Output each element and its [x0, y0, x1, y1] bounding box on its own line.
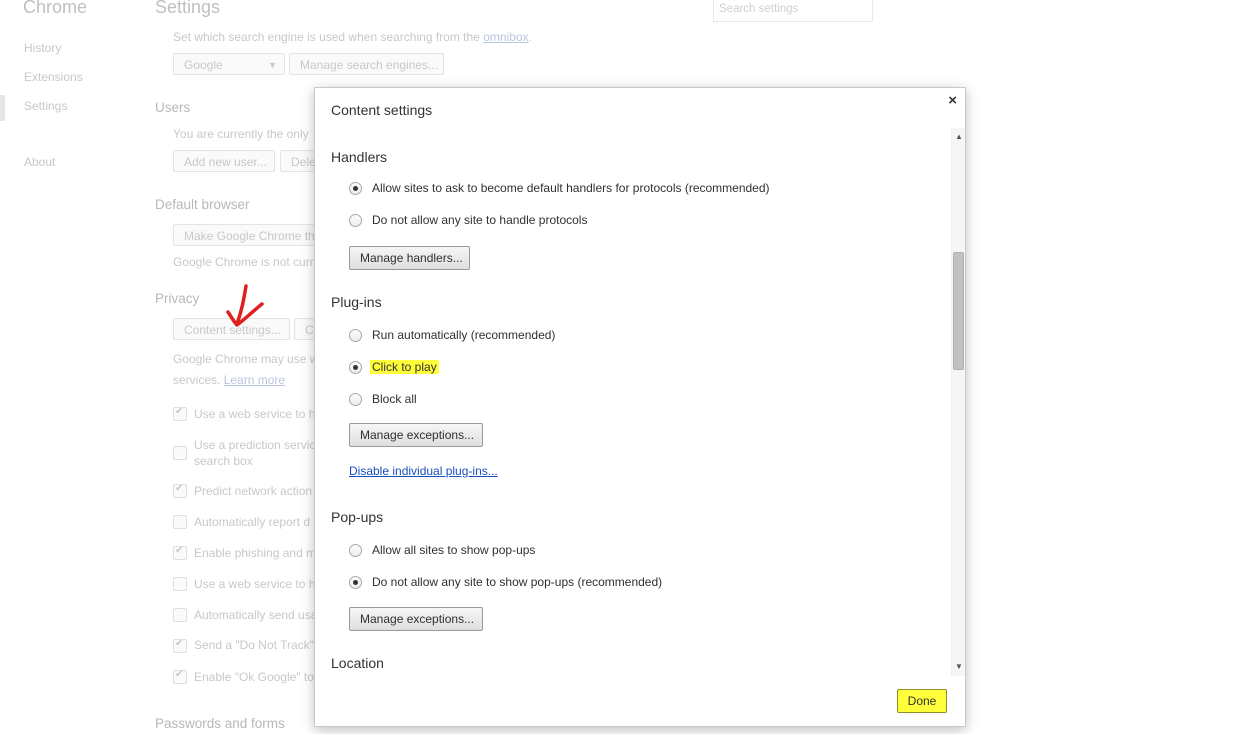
passwords-heading: Passwords and forms — [155, 716, 285, 731]
radio-button[interactable] — [349, 329, 362, 342]
radio-label: Allow all sites to show pop-ups — [372, 543, 536, 557]
search-input[interactable]: Search settings — [713, 0, 873, 22]
privacy-checkbox-label: Automatically send usa — [194, 608, 318, 622]
plugins-heading: Plug-ins — [331, 294, 382, 310]
radio-label: Click to play — [370, 360, 439, 374]
radio-label: Do not allow any site to show pop-ups (r… — [372, 575, 663, 589]
radio-button[interactable] — [349, 544, 362, 557]
sidebar-item-settings[interactable]: Settings — [24, 99, 67, 113]
privacy-checkbox-label: Predict network action — [194, 484, 313, 498]
annotation-arrow-icon — [226, 284, 264, 327]
privacy-checkbox[interactable] — [173, 577, 187, 591]
radio-button[interactable] — [349, 361, 362, 374]
chevron-down-icon: ▼ — [268, 60, 277, 70]
radio-button[interactable] — [349, 393, 362, 406]
close-icon[interactable]: × — [948, 92, 957, 109]
chrome-brand: Chrome — [23, 0, 88, 17]
privacy-checkbox-label: Enable phishing and m — [194, 546, 317, 560]
privacy-checkbox-label: Use a web service to he — [194, 407, 323, 421]
location-heading: Location — [331, 655, 384, 671]
page-title: Settings — [155, 0, 221, 17]
content-settings-dialog: Content settings × Handlers Allow sites … — [314, 87, 966, 727]
privacy-checkbox-label: Automatically report d — [194, 515, 311, 529]
dialog-scrollbar[interactable]: ▲ ▼ — [951, 128, 965, 676]
scroll-up-icon[interactable]: ▲ — [952, 130, 966, 144]
users-description: You are currently the only — [173, 127, 309, 141]
active-nav-indicator — [0, 95, 5, 121]
popups-heading: Pop-ups — [331, 509, 384, 525]
dialog-title: Content settings — [331, 102, 433, 118]
privacy-checkbox-label: Enable "Ok Google" to — [194, 670, 314, 684]
scrollbar-thumb[interactable] — [953, 252, 964, 370]
privacy-checkbox[interactable] — [173, 669, 187, 684]
radio-label: Allow sites to ask to become default han… — [372, 181, 770, 195]
radio-button[interactable] — [349, 576, 362, 589]
privacy-checkbox[interactable] — [173, 483, 187, 498]
disable-plugins-link[interactable]: Disable individual plug-ins... — [349, 464, 498, 478]
radio-label: Run automatically (recommended) — [372, 328, 556, 342]
search-engine-select[interactable]: Google ▼ — [173, 53, 285, 75]
handlers-heading: Handlers — [331, 149, 388, 165]
plugins-manage-exceptions-button[interactable]: Manage exceptions... — [349, 423, 483, 447]
privacy-heading: Privacy — [155, 291, 200, 306]
search-engine-description: Set which search engine is used when sea… — [173, 30, 532, 44]
make-default-button[interactable]: Make Google Chrome th — [173, 224, 318, 246]
sidebar-item-extensions[interactable]: Extensions — [24, 70, 83, 84]
popups-manage-exceptions-button[interactable]: Manage exceptions... — [349, 607, 483, 631]
sidebar-item-history[interactable]: History — [24, 41, 61, 55]
privacy-checkbox-label: Use a web service to he — [194, 577, 323, 591]
sidebar-item-about[interactable]: About — [24, 155, 55, 169]
omnibox-link[interactable]: omnibox — [483, 30, 528, 44]
users-heading: Users — [155, 100, 191, 115]
privacy-checkbox[interactable] — [173, 515, 187, 529]
privacy-checkbox[interactable] — [173, 406, 187, 421]
privacy-checkbox-label-2: search box — [194, 454, 253, 468]
privacy-description: Google Chrome may use w — [173, 352, 319, 366]
scroll-down-icon[interactable]: ▼ — [952, 660, 966, 674]
privacy-checkbox[interactable] — [173, 638, 187, 653]
radio-label: Do not allow any site to handle protocol… — [372, 213, 588, 227]
default-browser-heading: Default browser — [155, 197, 250, 212]
default-browser-status: Google Chrome is not curr — [173, 255, 314, 269]
radio-button[interactable] — [349, 214, 362, 227]
add-user-button[interactable]: Add new user... — [173, 150, 275, 172]
manage-search-engines-button[interactable]: Manage search engines... — [289, 53, 444, 75]
privacy-checkbox[interactable] — [173, 446, 187, 460]
privacy-checkbox-label: Use a prediction servic — [194, 438, 316, 452]
manage-handlers-button[interactable]: Manage handlers... — [349, 246, 470, 270]
radio-button[interactable] — [349, 182, 362, 195]
search-placeholder: Search settings — [719, 3, 799, 15]
privacy-checkbox[interactable] — [173, 608, 187, 622]
dialog-content[interactable]: Handlers Allow sites to ask to become de… — [315, 128, 951, 676]
learn-more-link[interactable]: Learn more — [224, 373, 285, 387]
privacy-checkbox[interactable] — [173, 545, 187, 560]
privacy-checkbox-label: Send a "Do Not Track" — [194, 638, 314, 652]
done-button[interactable]: Done — [897, 689, 947, 713]
privacy-description-2: services. Learn more — [173, 373, 286, 387]
radio-label: Block all — [372, 392, 417, 406]
